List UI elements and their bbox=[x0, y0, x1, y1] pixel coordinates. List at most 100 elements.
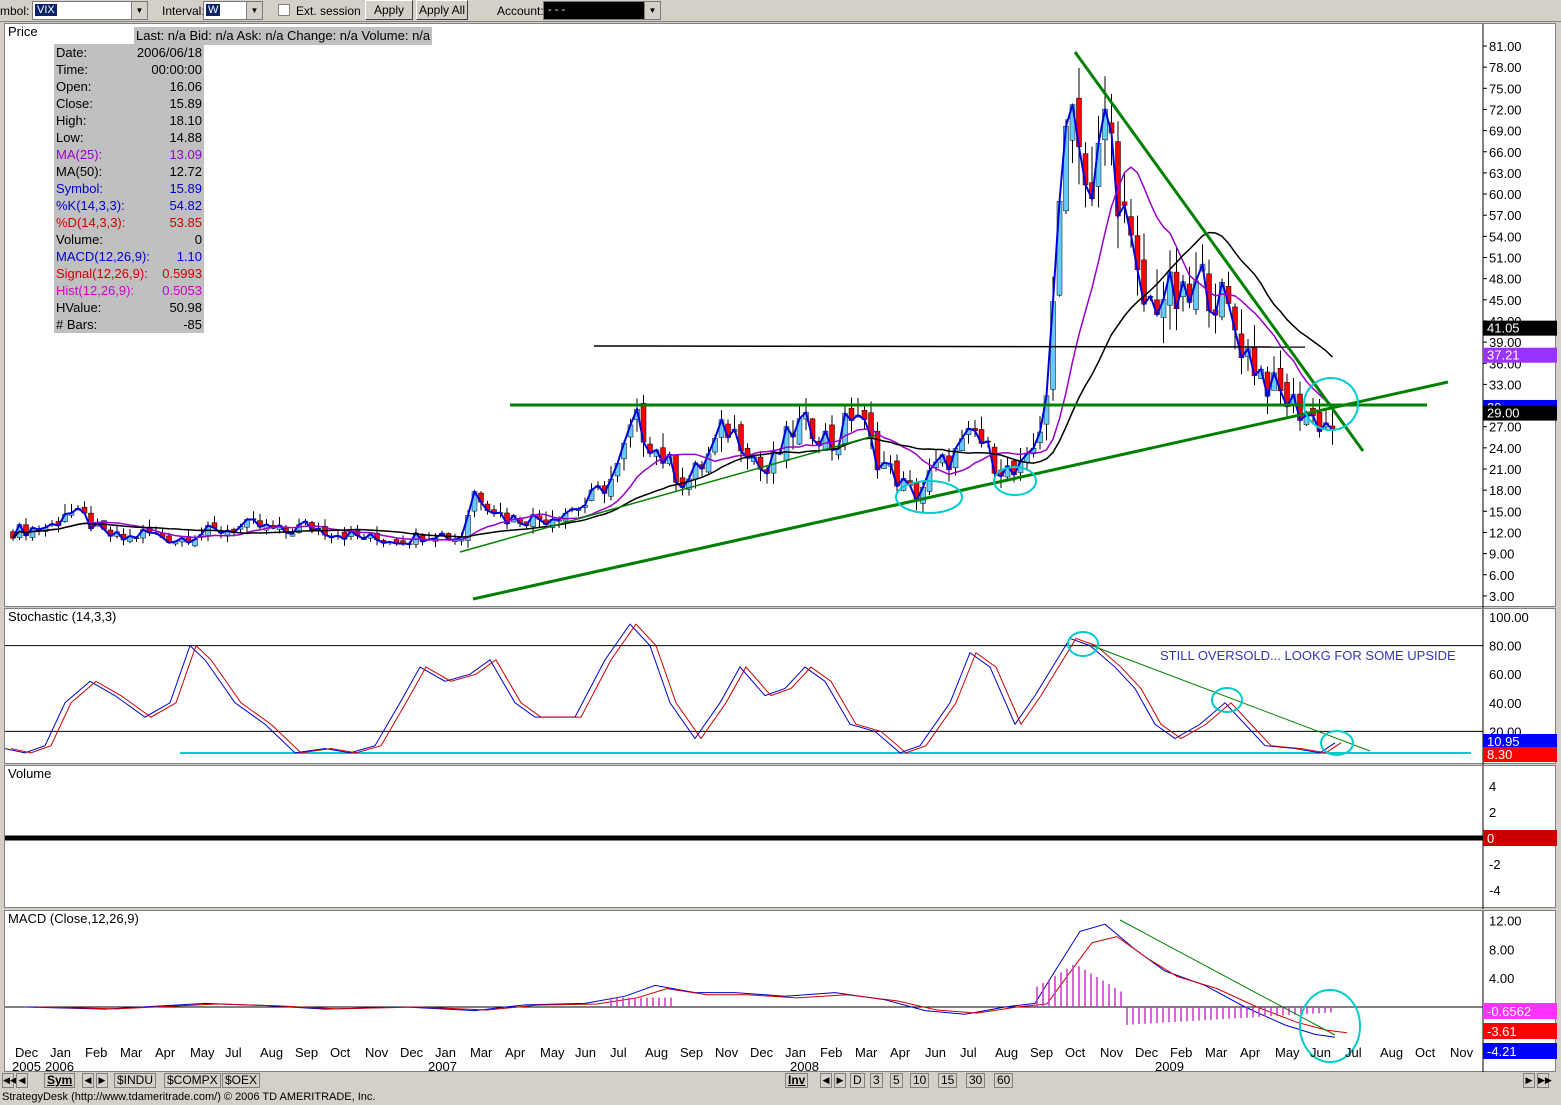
data-window-value: 2006/06/18 bbox=[136, 45, 202, 60]
tab-interval[interactable]: 15 bbox=[938, 1073, 958, 1088]
price-badge-label: 41.05 bbox=[1487, 321, 1520, 336]
next-icon[interactable]: ▶ bbox=[834, 1073, 846, 1088]
data-window-key: Open: bbox=[56, 79, 92, 94]
next-icon[interactable]: ▶ bbox=[96, 1073, 108, 1088]
time-axis-month: Aug bbox=[645, 1045, 668, 1060]
axis-tick-label: 2 bbox=[1489, 805, 1496, 820]
prev-icon[interactable]: ◀ bbox=[16, 1073, 28, 1088]
price-pane[interactable]: 81.00 78.00 75.00 72.00 69.00 66.00 63.00 60.00… bbox=[4, 23, 1557, 608]
account-combo[interactable]: - - - ▼ bbox=[543, 1, 661, 20]
time-axis-month: Jul bbox=[610, 1045, 627, 1060]
symbol-combo[interactable]: VIX ▼ bbox=[32, 1, 148, 20]
volume-pane[interactable]: 420-2-40 Volume bbox=[4, 765, 1557, 909]
stochastic-pane-title: Stochastic (14,3,3) bbox=[8, 609, 117, 624]
tab-sym[interactable]: Sym bbox=[44, 1073, 76, 1088]
time-axis-month: May bbox=[190, 1045, 215, 1060]
time-axis-month: Dec bbox=[15, 1045, 39, 1060]
data-window-value: 18.10 bbox=[169, 113, 202, 128]
axis-tick-label: 66.00 bbox=[1489, 145, 1522, 160]
volume-chart: 420-2-40 bbox=[5, 766, 1557, 909]
time-axis-month: Mar bbox=[120, 1045, 143, 1060]
time-axis-month: Jan bbox=[435, 1045, 456, 1060]
tab-interval[interactable]: 60 bbox=[994, 1073, 1014, 1088]
prev-icon[interactable]: ◀ bbox=[820, 1073, 832, 1088]
tab-inv[interactable]: Inv bbox=[785, 1073, 809, 1088]
axis-tick-label: 63.00 bbox=[1489, 166, 1522, 181]
data-window-value: 0 bbox=[194, 232, 202, 247]
price-badge-label: 29.00 bbox=[1487, 406, 1520, 421]
axis-tick-label: 45.00 bbox=[1489, 293, 1522, 308]
data-window-value: 15.89 bbox=[169, 181, 202, 196]
data-window-row: MACD(12,26,9): 1.10 bbox=[54, 248, 204, 265]
data-window-value: 12.72 bbox=[169, 164, 202, 179]
price-pane-title: Price bbox=[8, 24, 38, 39]
next-icon[interactable]: ▶ bbox=[1523, 1073, 1535, 1088]
ma25-line bbox=[12, 166, 1333, 541]
time-axis-month: Apr bbox=[155, 1045, 176, 1060]
toolbar: mbol: VIX ▼ Interval: W ▼ Ext. session A… bbox=[0, 0, 1561, 22]
axis-tick-label: 24.00 bbox=[1489, 441, 1522, 456]
axis-tick-label: 12.00 bbox=[1489, 525, 1522, 540]
axis-tick-label: 27.00 bbox=[1489, 420, 1522, 435]
macd-badge-label: -3.61 bbox=[1487, 1024, 1517, 1039]
time-axis-month: Jul bbox=[225, 1045, 242, 1060]
tab-interval[interactable]: 10 bbox=[910, 1073, 930, 1088]
tab-interval[interactable]: D bbox=[850, 1073, 865, 1088]
time-axis-month: Sep bbox=[1030, 1045, 1053, 1060]
stochastic-chart: 100.0080.0060.0040.0020.00STILL OVERSOLD… bbox=[5, 609, 1557, 765]
macd-badge-label: -4.21 bbox=[1487, 1044, 1517, 1059]
first-icon[interactable]: ◀◀ bbox=[2, 1073, 17, 1088]
chevron-down-icon[interactable]: ▼ bbox=[246, 2, 262, 19]
chart-annotation: STILL OVERSOLD... LOOKG FOR SOME UPSIDE bbox=[1160, 648, 1456, 663]
axis-tick-label: -4 bbox=[1489, 883, 1501, 898]
apply-button[interactable]: Apply bbox=[365, 0, 413, 20]
time-axis-month: Nov bbox=[1450, 1045, 1474, 1060]
tab-symbol[interactable]: $INDU bbox=[114, 1073, 157, 1088]
data-window-value: 50.98 bbox=[169, 300, 202, 315]
data-window-value: 14.88 bbox=[169, 130, 202, 145]
data-window-value: -85 bbox=[183, 317, 202, 332]
tab-interval[interactable]: 5 bbox=[890, 1073, 903, 1088]
data-window-key: MA(50): bbox=[56, 164, 103, 179]
chevron-down-icon[interactable]: ▼ bbox=[644, 2, 660, 19]
data-window-key: Low: bbox=[56, 130, 84, 145]
data-window-key: High: bbox=[56, 113, 87, 128]
last-icon[interactable]: ▶▶ bbox=[1537, 1073, 1552, 1088]
axis-tick-label: 60.00 bbox=[1489, 187, 1522, 202]
time-axis-month: Dec bbox=[400, 1045, 424, 1060]
tab-interval[interactable]: 3 bbox=[870, 1073, 883, 1088]
ext-session-checkbox[interactable] bbox=[278, 4, 290, 16]
data-window-value: 16.06 bbox=[169, 79, 202, 94]
bottom-tab-bar: ◀◀ ◀ Sym ◀ ▶ $INDU $COMPX $OEX Inv ◀ ▶ D35… bbox=[0, 1072, 1561, 1089]
stoch-k-line bbox=[5, 623, 1336, 754]
stochastic-pane[interactable]: 100.00 80.00 60.00 40.00 20.00 STILL OVERSOLD… bbox=[4, 608, 1557, 765]
highlight-circle bbox=[1211, 687, 1243, 713]
data-window-row: %D(14,3,3): 53.85 bbox=[54, 214, 204, 231]
axis-tick-label: 57.00 bbox=[1489, 208, 1522, 223]
chevron-down-icon[interactable]: ▼ bbox=[131, 2, 147, 19]
axis-tick-label: 15.00 bbox=[1489, 504, 1522, 519]
time-axis-month: Dec bbox=[1135, 1045, 1159, 1060]
tab-symbol[interactable]: $OEX bbox=[222, 1073, 261, 1088]
time-axis-month: May bbox=[540, 1045, 565, 1060]
time-axis-month: Mar bbox=[470, 1045, 493, 1060]
macd-pane[interactable]: 12.008.004.000.00-0.6562-3.61-4.21DecJan… bbox=[4, 910, 1557, 1073]
account-label: Account: bbox=[497, 4, 544, 18]
time-axis-month: Sep bbox=[295, 1045, 318, 1060]
tab-interval[interactable]: 30 bbox=[966, 1073, 986, 1088]
time-axis-month: Jan bbox=[50, 1045, 71, 1060]
inner-trendline bbox=[459, 434, 878, 553]
time-axis-month: Aug bbox=[260, 1045, 283, 1060]
data-window-row: Low: 14.88 bbox=[54, 129, 204, 146]
prev-icon[interactable]: ◀ bbox=[82, 1073, 94, 1088]
apply-all-button[interactable]: Apply All bbox=[416, 0, 468, 20]
status-bar: StrategyDesk (http://www.tdameritrade.co… bbox=[0, 1089, 1561, 1105]
data-window-value: 0.5993 bbox=[162, 266, 202, 281]
tab-symbol[interactable]: $COMPX bbox=[164, 1073, 221, 1088]
data-window-row: Signal(12,26,9): 0.5993 bbox=[54, 265, 204, 282]
interval-combo[interactable]: W ▼ bbox=[203, 1, 263, 20]
axis-tick-label: 8.00 bbox=[1489, 942, 1514, 957]
time-axis-year: 2008 bbox=[790, 1059, 819, 1073]
time-axis-month: Jul bbox=[1345, 1045, 1362, 1060]
time-axis-month: Aug bbox=[995, 1045, 1018, 1060]
